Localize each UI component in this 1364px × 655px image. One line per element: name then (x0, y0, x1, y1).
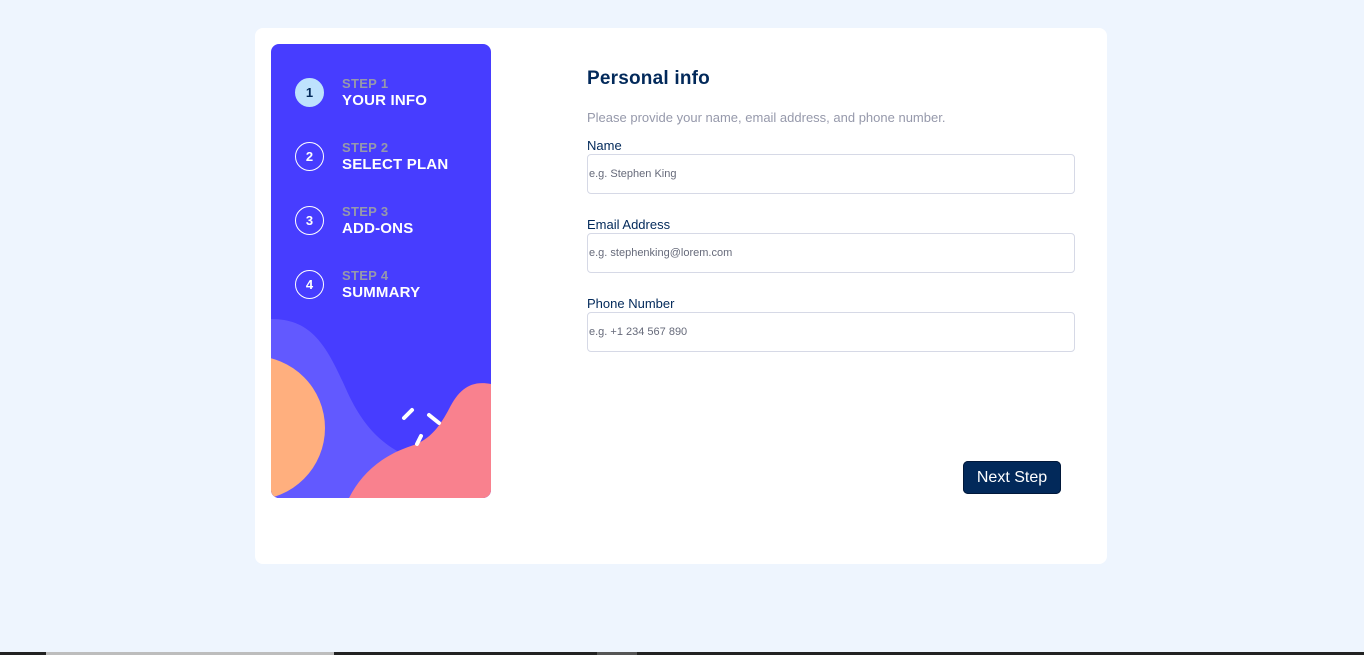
step-label: STEP 4 (342, 268, 389, 283)
phone-input[interactable] (587, 312, 1075, 352)
step-title: ADD-ONS (342, 220, 414, 237)
step-title: YOUR INFO (342, 92, 428, 109)
steps-sidebar: 1 STEP 1 YOUR INFO 2 STEP 2 SELECT PLAN … (271, 44, 491, 498)
next-step-button[interactable]: Next Step (963, 461, 1061, 494)
sidebar-step-3[interactable]: 3 STEP 3 ADD-ONS (295, 204, 485, 238)
phone-field-group: Phone Number (587, 296, 1075, 352)
sidebar-step-4[interactable]: 4 STEP 4 SUMMARY (295, 268, 485, 302)
step-title: SUMMARY (342, 284, 421, 301)
personal-info-form: Personal info Please provide your name, … (587, 68, 1075, 352)
name-label: Name (587, 138, 622, 153)
step-label: STEP 2 (342, 140, 389, 155)
step-title: SELECT PLAN (342, 156, 449, 173)
step-label: STEP 1 (342, 76, 389, 91)
step-label: STEP 3 (342, 204, 389, 219)
step-number-circle: 4 (295, 270, 324, 299)
email-input[interactable] (587, 233, 1075, 273)
step-number-circle: 3 (295, 206, 324, 235)
name-field-group: Name (587, 138, 1075, 194)
sidebar-step-1[interactable]: 1 STEP 1 YOUR INFO (295, 76, 485, 110)
name-input[interactable] (587, 154, 1075, 194)
email-label: Email Address (587, 217, 671, 232)
email-field-group: Email Address (587, 217, 1075, 273)
sidebar-step-2[interactable]: 2 STEP 2 SELECT PLAN (295, 140, 485, 174)
page-title: Personal info (587, 68, 710, 89)
step-number-circle: 1 (295, 78, 324, 107)
form-card: 1 STEP 1 YOUR INFO 2 STEP 2 SELECT PLAN … (255, 28, 1107, 564)
page-subtitle: Please provide your name, email address,… (587, 110, 946, 125)
phone-label: Phone Number (587, 296, 675, 311)
step-number-circle: 2 (295, 142, 324, 171)
